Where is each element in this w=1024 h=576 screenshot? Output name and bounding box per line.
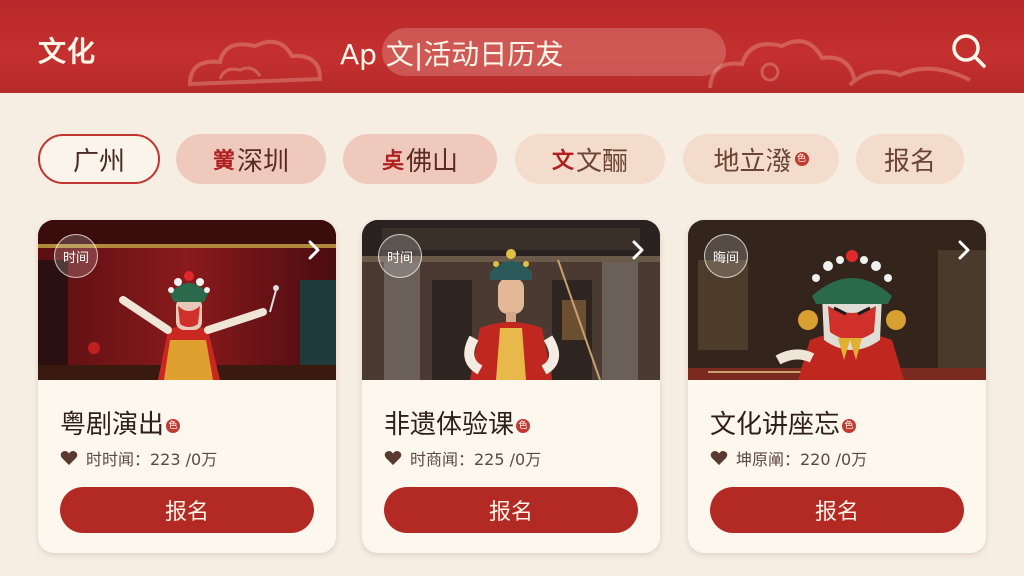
chip-label: 深圳 (237, 146, 290, 177)
event-meta: 坤原阐：220 /0万 (710, 446, 867, 470)
heart-icon[interactable] (60, 450, 78, 466)
chip-foshan[interactable]: 奌 佛山 (343, 134, 497, 184)
event-meta-text: 坤原阐：220 /0万 (736, 450, 868, 469)
event-title-text: 非遗体验课 (384, 410, 515, 440)
event-meta-text: 时时闻：223 /0万 (86, 450, 218, 469)
time-badge: 晦间 (704, 234, 748, 278)
title-badge: 色 (842, 418, 857, 433)
chip-culture[interactable]: 文 文酾 (515, 134, 665, 184)
event-card-lecture[interactable]: 晦间 文化讲座忘色 坤原阐：220 /0万 报名 (688, 220, 986, 553)
event-card-opera[interactable]: 时间 粤剧演出色 时时闻：223 /0万 报名 (38, 220, 336, 553)
event-image-heritage: 时间 (362, 220, 660, 380)
event-image-opera: 时间 (38, 220, 336, 380)
event-card-heritage[interactable]: 时间 非遗体验课色 时商闻：225 /0万 报名 (362, 220, 660, 553)
chip-icon: 文 (551, 149, 574, 174)
chevron-right-icon[interactable] (954, 238, 974, 262)
event-title-text: 文化讲座忘 (710, 410, 841, 440)
event-title: 文化讲座忘色 (710, 404, 857, 441)
chevron-right-icon[interactable] (628, 238, 648, 262)
event-title: 粤剧演出色 (60, 404, 181, 441)
search-input[interactable]: Ap 文|活动日历犮 (340, 33, 563, 73)
chip-signup[interactable]: 报名 (856, 134, 964, 184)
search-button[interactable] (946, 28, 990, 72)
heart-icon[interactable] (384, 450, 402, 466)
chip-icon: 奌 (381, 149, 404, 174)
event-image-lecture: 晦间 (688, 220, 986, 380)
title-badge: 色 (516, 418, 531, 433)
chip-guangzhou[interactable]: 广州 (38, 134, 160, 184)
search-icon (952, 34, 986, 68)
chip-label: 地立潑 (713, 146, 792, 177)
title-badge: 色 (166, 418, 181, 433)
time-badge: 时间 (378, 234, 422, 278)
chip-label: 佛山 (406, 146, 459, 177)
app-title: 文化 (38, 35, 97, 68)
event-meta-text: 时商闻：225 /0万 (410, 450, 542, 469)
heart-icon[interactable] (710, 450, 728, 466)
event-title: 非遗体验课色 (384, 404, 531, 441)
cloud-pattern-left (187, 39, 323, 87)
chip-location[interactable]: 地立潑 色 (683, 134, 839, 184)
cloud-pattern-right (708, 39, 971, 89)
event-title-text: 粤剧演出 (60, 410, 165, 440)
signup-button[interactable]: 报名 (60, 487, 314, 533)
signup-button[interactable]: 报名 (384, 487, 638, 533)
chevron-right-icon[interactable] (304, 238, 324, 262)
event-meta: 时商闻：225 /0万 (384, 446, 541, 470)
chip-badge: 色 (794, 152, 809, 166)
app-header: 文化 Ap 文|活动日历犮 (0, 0, 1024, 93)
chip-label: 报名 (883, 146, 936, 177)
chip-shenzhen[interactable]: 黉 深圳 (176, 134, 326, 184)
chip-label: 广州 (72, 146, 125, 177)
signup-button[interactable]: 报名 (710, 487, 964, 533)
time-badge: 时间 (54, 234, 98, 278)
chip-label: 文酾 (576, 146, 629, 177)
event-meta: 时时闻：223 /0万 (60, 446, 217, 470)
chip-icon: 黉 (212, 149, 235, 174)
